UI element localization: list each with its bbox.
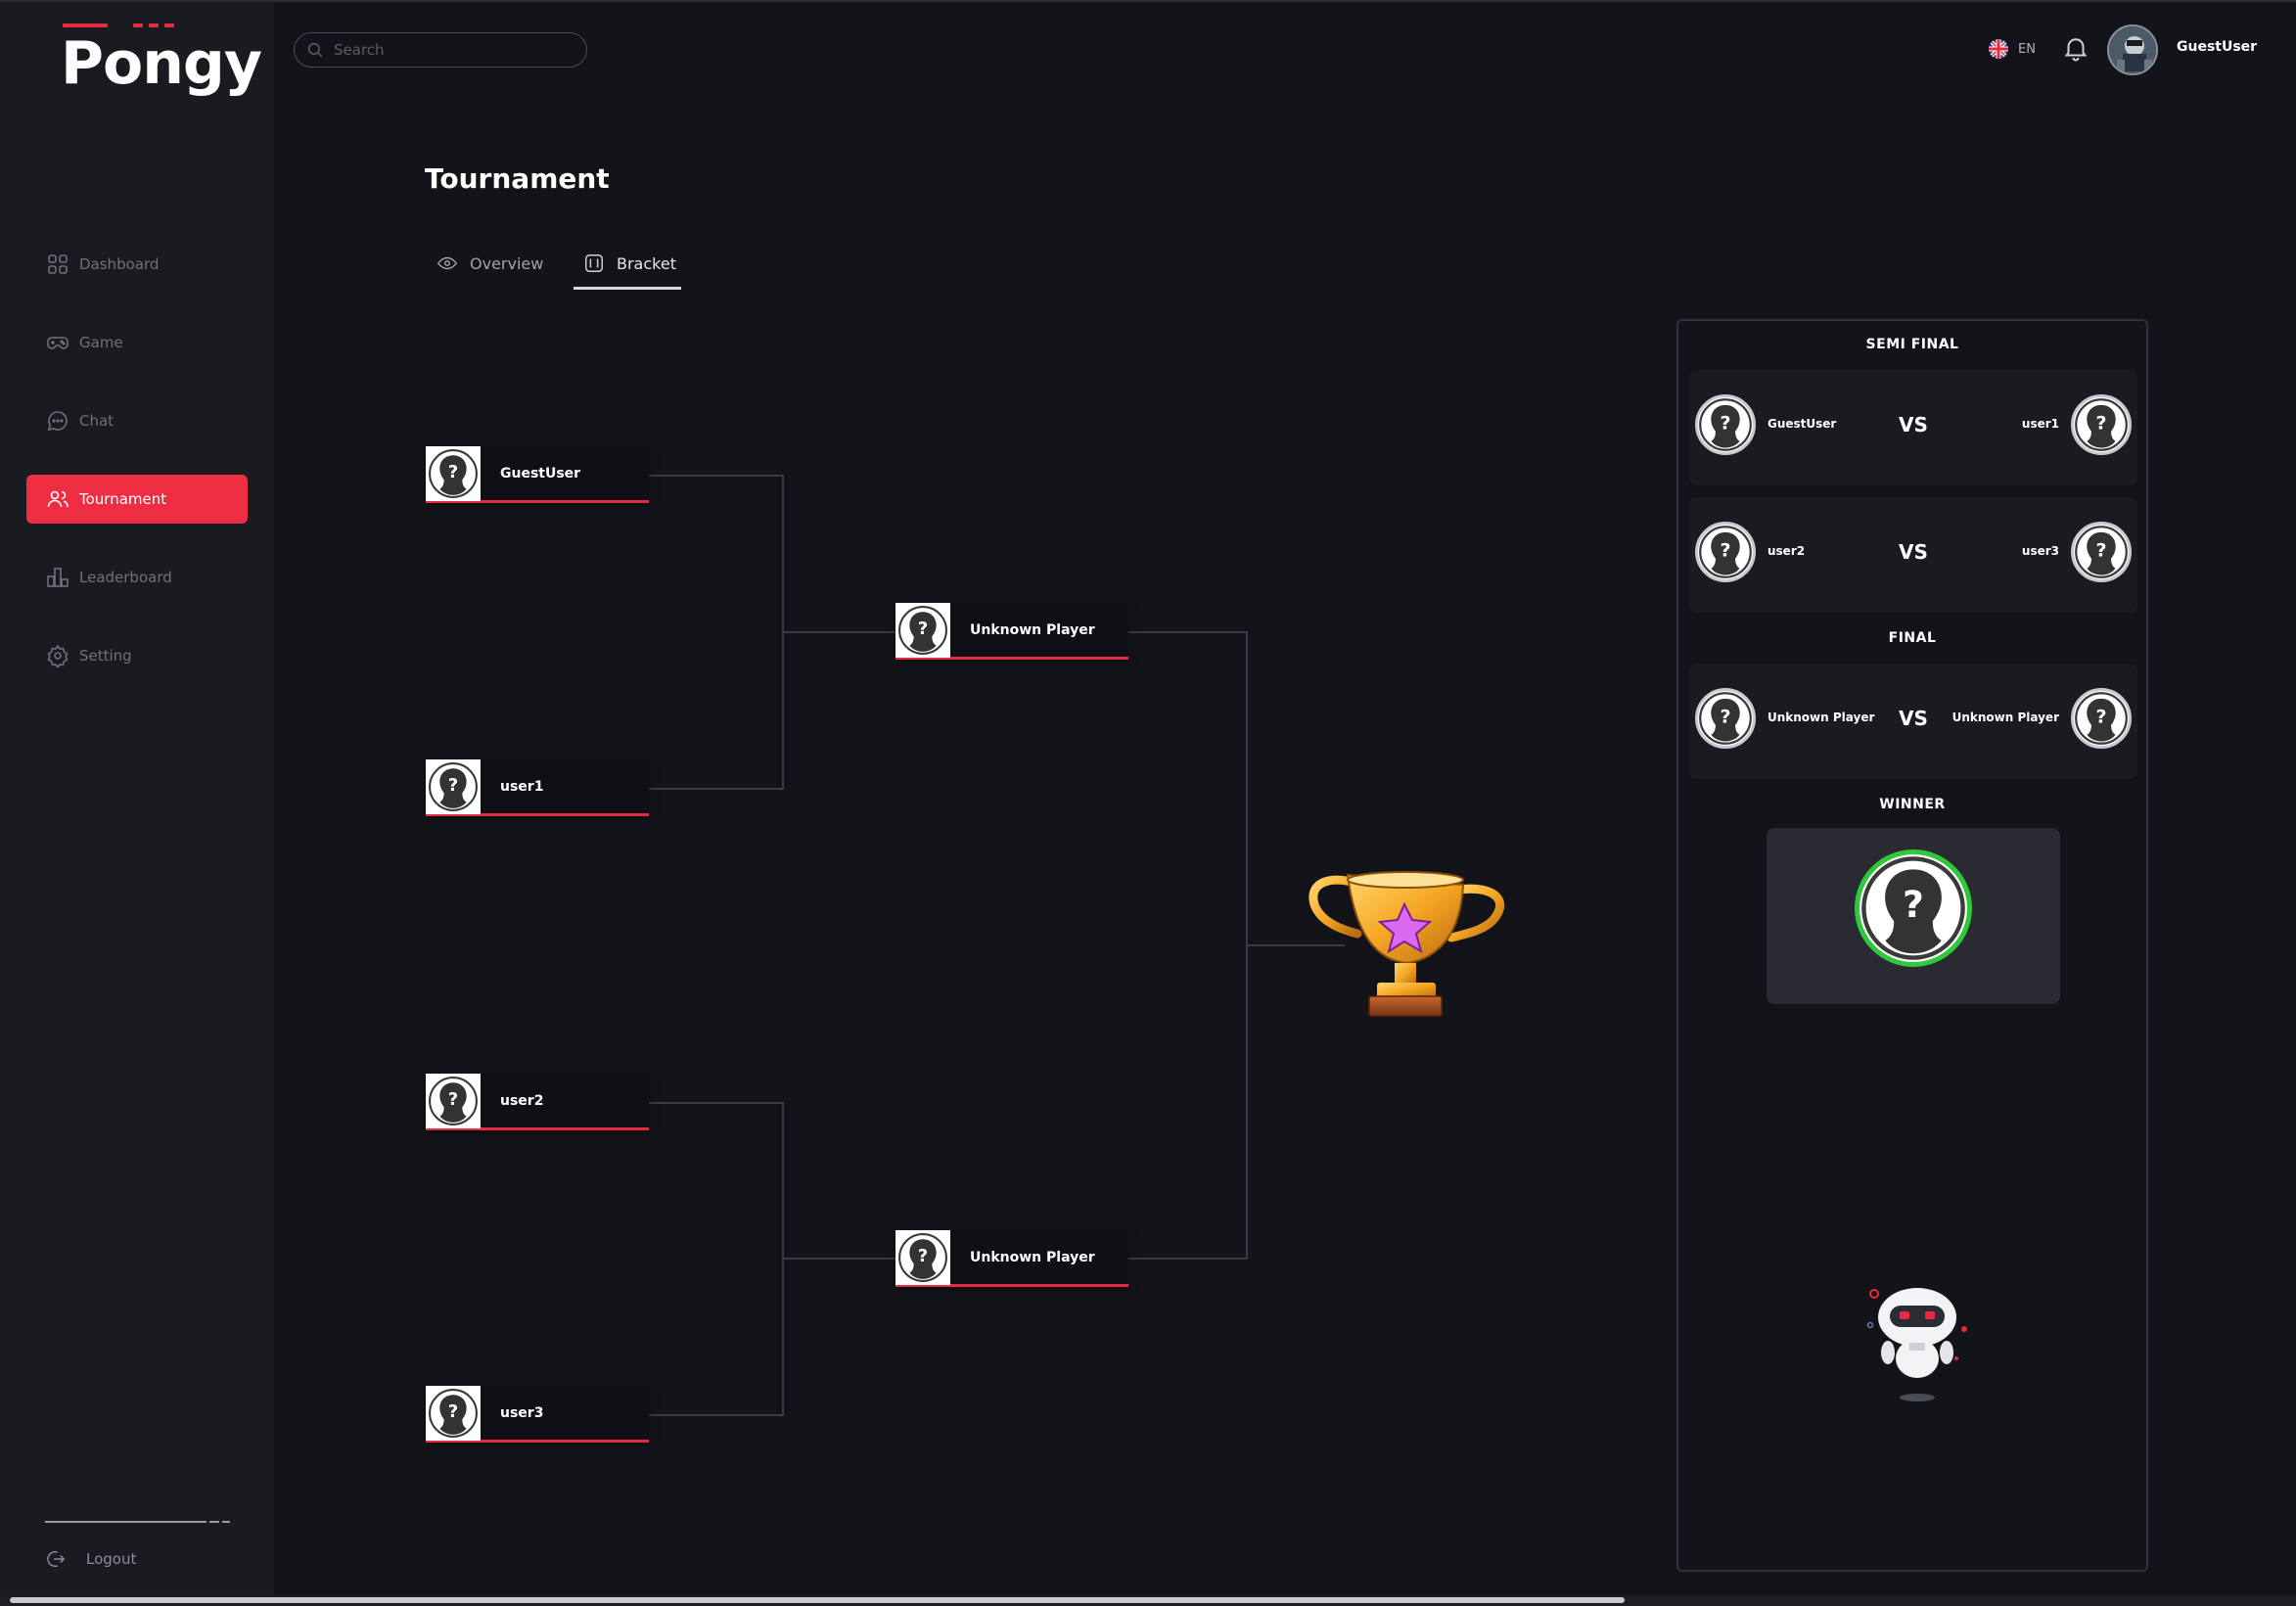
tab-label: Overview bbox=[470, 253, 544, 273]
eye-icon bbox=[436, 256, 458, 270]
sidebar-divider bbox=[222, 1521, 230, 1523]
match-card[interactable]: Unknown Player VS Unknown Player bbox=[1689, 664, 2137, 779]
bracket-line bbox=[648, 475, 783, 477]
uk-flag-icon bbox=[1989, 39, 2008, 59]
sidebar-item-setting[interactable]: Setting bbox=[26, 631, 248, 680]
gamepad-icon bbox=[47, 337, 69, 349]
bracket-player-card[interactable]: user3 bbox=[426, 1385, 649, 1443]
bracket-player-card[interactable]: user2 bbox=[426, 1073, 649, 1130]
player-name: user3 bbox=[2021, 544, 2059, 558]
bracket-line bbox=[783, 1258, 896, 1260]
sidebar-item-label: Chat bbox=[79, 412, 115, 430]
bracket-player-card[interactable]: user1 bbox=[426, 758, 649, 816]
sidebar-item-label: Game bbox=[79, 334, 123, 351]
unknown-avatar-icon bbox=[2071, 688, 2132, 749]
match-card[interactable]: GuestUser VS user1 bbox=[1689, 370, 2137, 485]
bracket-line bbox=[648, 1414, 783, 1416]
logo-dash bbox=[63, 23, 108, 27]
unknown-avatar-icon bbox=[426, 758, 481, 814]
tab-label: Bracket bbox=[617, 253, 676, 273]
bracket-player-card[interactable]: Unknown Player bbox=[895, 1229, 1128, 1287]
winner-heading: WINNER bbox=[1879, 797, 1946, 812]
logo-dash bbox=[164, 23, 174, 27]
bracket-line bbox=[783, 631, 896, 633]
username-label: GuestUser bbox=[2177, 39, 2258, 55]
sidebar-item-tournament[interactable]: Tournament bbox=[26, 475, 248, 524]
sidebar: Pongy Dashboard Game Chat Tournament Lea… bbox=[0, 0, 274, 1606]
sidebar-item-label: Dashboard bbox=[79, 255, 160, 273]
sidebar-item-label: Leaderboard bbox=[79, 569, 172, 586]
player-name: Unknown Player bbox=[1952, 711, 2059, 724]
unknown-avatar-icon bbox=[2071, 394, 2132, 455]
logout-icon bbox=[47, 1550, 66, 1568]
scrollbar-thumb[interactable] bbox=[10, 1597, 1625, 1603]
unknown-avatar-icon bbox=[426, 1073, 481, 1128]
sidebar-item-label: Tournament bbox=[79, 490, 167, 508]
sidebar-item-game[interactable]: Game bbox=[26, 318, 248, 367]
logout-button[interactable]: Logout bbox=[45, 1548, 136, 1570]
horizontal-scrollbar[interactable] bbox=[0, 1595, 2296, 1606]
winner-card bbox=[1767, 828, 2060, 1004]
player-name: GuestUser bbox=[500, 465, 581, 482]
search-bar[interactable] bbox=[294, 32, 587, 68]
tab-bracket[interactable]: Bracket bbox=[583, 252, 676, 274]
sidebar-item-label: Setting bbox=[79, 647, 132, 665]
bracket-line bbox=[648, 788, 783, 790]
semi-final-heading: SEMI FINAL bbox=[1865, 337, 1959, 352]
unknown-avatar-icon bbox=[426, 1385, 481, 1441]
logo-dash bbox=[149, 23, 159, 27]
bracket-line bbox=[648, 1102, 783, 1104]
logout-label: Logout bbox=[86, 1550, 137, 1568]
player-name: Unknown Player bbox=[970, 621, 1095, 638]
logo-text: Pongy bbox=[61, 29, 262, 98]
language-label: EN bbox=[2018, 41, 2036, 57]
language-selector[interactable]: EN bbox=[1989, 39, 2036, 59]
bracket-line bbox=[1128, 1258, 1247, 1260]
player-name: user3 bbox=[500, 1404, 544, 1421]
unknown-avatar-icon bbox=[1855, 849, 1972, 967]
users-icon bbox=[47, 490, 69, 508]
player-name: user1 bbox=[500, 778, 544, 795]
bracket-player-card[interactable]: GuestUser bbox=[426, 445, 649, 503]
bell-icon[interactable] bbox=[2061, 33, 2090, 63]
player-name: user1 bbox=[2021, 417, 2059, 431]
unknown-avatar-icon bbox=[895, 602, 950, 658]
sidebar-item-dashboard[interactable]: Dashboard bbox=[26, 240, 248, 289]
bracket-player-card[interactable]: Unknown Player bbox=[895, 602, 1128, 660]
final-heading: FINAL bbox=[1888, 630, 1937, 646]
tab-overview[interactable]: Overview bbox=[436, 252, 543, 274]
unknown-avatar-icon bbox=[426, 445, 481, 501]
chat-icon bbox=[47, 411, 68, 432]
user-avatar[interactable] bbox=[2107, 24, 2158, 75]
search-input[interactable] bbox=[334, 41, 569, 59]
bracket-line bbox=[1128, 631, 1247, 633]
sidebar-item-chat[interactable]: Chat bbox=[26, 396, 248, 445]
leaderboard-icon bbox=[47, 568, 69, 587]
search-icon bbox=[307, 42, 323, 58]
active-tab-indicator bbox=[574, 287, 681, 290]
robot-mascot-icon bbox=[1866, 1288, 1967, 1401]
dashboard-icon bbox=[48, 254, 68, 274]
trophy-icon bbox=[1309, 871, 1505, 1017]
matches-panel: SEMI FINAL GuestUser VS user1 user2 VS u… bbox=[1676, 319, 2148, 1572]
unknown-avatar-icon bbox=[895, 1229, 950, 1285]
sidebar-divider bbox=[45, 1521, 207, 1523]
bracket-icon bbox=[585, 254, 603, 272]
player-name: user2 bbox=[500, 1092, 544, 1109]
page-title: Tournament bbox=[425, 162, 610, 195]
app-logo[interactable]: Pongy bbox=[61, 23, 262, 102]
sidebar-divider bbox=[209, 1521, 219, 1523]
logo-dash bbox=[133, 23, 143, 27]
match-card[interactable]: user2 VS user3 bbox=[1689, 497, 2137, 613]
unknown-avatar-icon bbox=[2071, 522, 2132, 582]
player-name: Unknown Player bbox=[970, 1249, 1095, 1265]
sidebar-item-leaderboard[interactable]: Leaderboard bbox=[26, 553, 248, 602]
top-border bbox=[274, 0, 2296, 2]
gear-icon bbox=[47, 644, 69, 667]
